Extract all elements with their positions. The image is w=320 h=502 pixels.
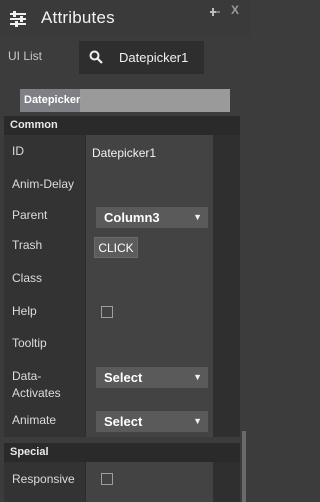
close-icon[interactable]: X <box>231 3 239 17</box>
panel-header: Attributes X <box>0 0 250 37</box>
chevron-down-icon: ▼ <box>193 372 202 382</box>
property-row-anim-delay: Anim-Delay <box>4 168 240 199</box>
property-row-class: Class <box>4 261 240 294</box>
property-label-animate: Animate <box>12 413 57 427</box>
property-label-data-activates-line2: Activates <box>12 386 61 400</box>
search-icon <box>89 50 103 64</box>
ui-list-value: Datepicker1 <box>119 50 189 65</box>
parent-dropdown-value: Column3 <box>104 210 160 225</box>
property-row-help: Help <box>4 294 240 326</box>
data-activates-dropdown[interactable]: Select ▼ <box>96 367 208 388</box>
ui-list-row: UI List Datepicker1 <box>0 37 250 80</box>
panel-title: Attributes <box>41 8 115 27</box>
chevron-down-icon: ▼ <box>193 212 202 222</box>
property-label-help: Help <box>12 304 37 318</box>
animate-dropdown[interactable]: Select ▼ <box>96 411 208 432</box>
property-row-data-activates: Data- Activates Select ▼ <box>4 357 240 404</box>
property-row-parent: Parent Column3 ▼ <box>4 199 240 230</box>
animate-dropdown-value: Select <box>104 414 143 429</box>
property-row-tooltip: Tooltip <box>4 326 240 357</box>
property-row-id: ID Datepicker1 <box>4 135 240 168</box>
section-common: Common <box>4 116 240 135</box>
pin-icon[interactable] <box>209 7 221 19</box>
property-label-trash: Trash <box>12 238 43 252</box>
trash-click-button[interactable]: CLICK <box>94 237 138 258</box>
tab-row: Datepicker <box>0 80 250 116</box>
ui-list-label: UI List <box>8 49 43 63</box>
property-row-animate: Animate Select ▼ <box>4 404 240 437</box>
data-activates-dropdown-value: Select <box>104 370 143 385</box>
tooltip-field[interactable] <box>85 326 213 357</box>
scrollbar-thumb[interactable] <box>242 431 246 502</box>
tab-datepicker[interactable]: Datepicker <box>20 89 80 112</box>
id-field[interactable]: Datepicker1 <box>85 135 213 168</box>
property-label-parent: Parent <box>12 208 48 222</box>
id-value: Datepicker1 <box>92 146 157 160</box>
property-label-data-activates-line1: Data- <box>12 369 42 383</box>
anim-delay-field[interactable] <box>85 168 213 199</box>
property-label-id: ID <box>12 144 24 158</box>
property-label-responsive: Responsive <box>12 472 75 486</box>
parent-dropdown[interactable]: Column3 ▼ <box>96 207 208 228</box>
chevron-down-icon: ▼ <box>193 416 202 426</box>
sliders-icon <box>10 11 26 27</box>
help-checkbox[interactable] <box>101 306 113 318</box>
property-label-tooltip: Tooltip <box>12 336 47 350</box>
property-row-responsive: Responsive <box>4 462 240 502</box>
section-special: Special <box>4 443 240 462</box>
responsive-checkbox[interactable] <box>101 473 113 485</box>
ui-list-select[interactable]: Datepicker1 <box>79 41 204 74</box>
property-label-anim-delay: Anim-Delay <box>12 177 75 191</box>
scrollbar[interactable] <box>240 116 250 502</box>
property-label-class: Class <box>12 271 43 285</box>
class-field[interactable] <box>85 261 213 294</box>
property-row-trash: Trash CLICK <box>4 230 240 261</box>
